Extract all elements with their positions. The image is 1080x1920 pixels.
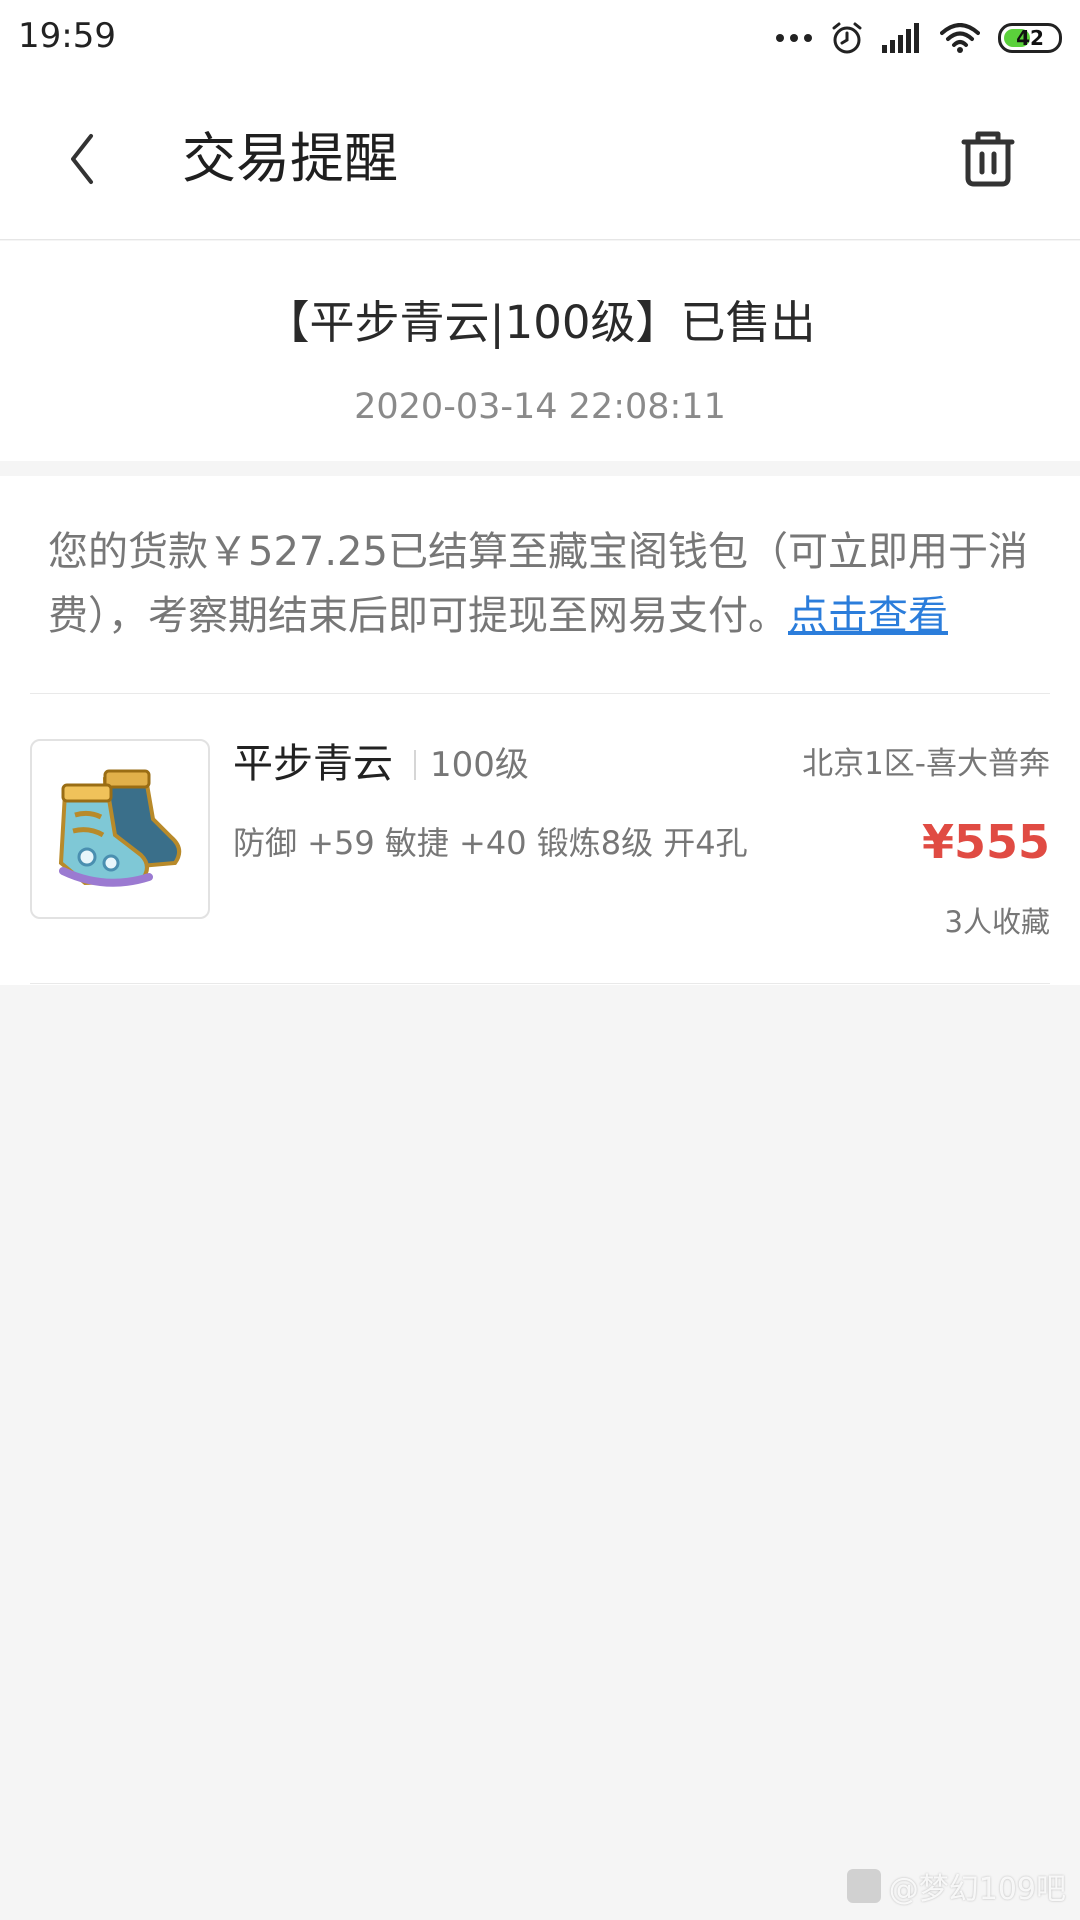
watermark: @梦幻109吧 — [846, 1864, 1066, 1908]
item-level: 100级 — [430, 745, 529, 785]
more-dots-icon — [776, 34, 812, 42]
alarm-icon — [832, 22, 862, 54]
notice-header-card: 【平步青云|100级】已售出 2020-03-14 22:08:11 — [0, 241, 1080, 461]
item-server: 北京1区-喜大普奔 — [802, 746, 1050, 782]
notice-timestamp: 2020-03-14 22:08:11 — [354, 387, 726, 427]
boots-icon — [58, 769, 182, 887]
name-separator — [414, 750, 416, 780]
battery-level: 42 — [1016, 26, 1044, 50]
app-header: 交易提醒 — [0, 78, 1080, 240]
item-stats: 防御 +59 敏捷 +40 锻炼8级 开4孔 — [233, 824, 748, 862]
notice-headline: 【平步青云|100级】已售出 — [264, 296, 816, 349]
message-text-block: 您的货款￥527.25已结算至藏宝阁钱包（可立即用于消费），考察期结束后即可提现… — [48, 520, 1038, 648]
back-icon — [71, 134, 93, 184]
message-card: 您的货款￥527.25已结算至藏宝阁钱包（可立即用于消费），考察期结束后即可提现… — [0, 476, 1080, 985]
status-time: 19:59 — [18, 16, 116, 56]
divider — [30, 983, 1050, 984]
back-button[interactable] — [52, 124, 112, 194]
watermark-text: @梦幻109吧 — [888, 1872, 1066, 1907]
item-price: ¥555 — [921, 815, 1050, 869]
status-icons: 42 — [776, 18, 1062, 58]
watermark-logo-icon — [846, 1869, 881, 1903]
divider — [30, 693, 1050, 694]
view-details-link[interactable]: 点击查看 — [788, 593, 948, 639]
item-name[interactable]: 平步青云 — [233, 738, 393, 790]
page-title: 交易提醒 — [182, 127, 398, 190]
item-favorites: 3人收藏 — [944, 905, 1050, 939]
wifi-icon — [940, 23, 980, 53]
signal-icon — [882, 23, 919, 53]
trash-icon — [961, 131, 1015, 187]
battery-indicator: 42 — [998, 23, 1062, 53]
item-thumbnail[interactable] — [30, 739, 210, 919]
status-bar: 19:59 42 — [0, 0, 1080, 78]
delete-button[interactable] — [956, 126, 1020, 192]
